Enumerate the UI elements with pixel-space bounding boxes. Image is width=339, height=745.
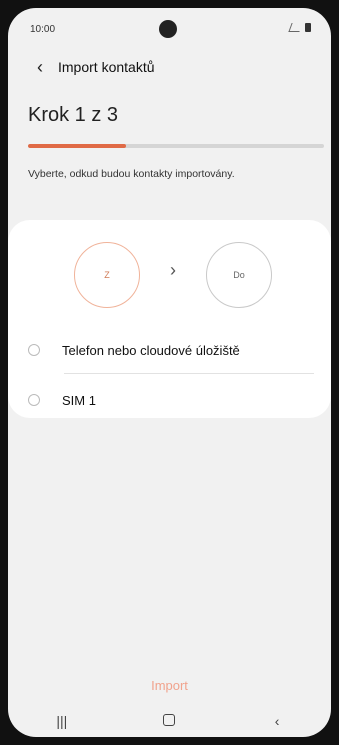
step-indicator: Krok 1 z 3: [28, 104, 119, 126]
status-icons: [288, 23, 311, 32]
from-label: Z: [104, 270, 110, 280]
camera-hole: [159, 20, 177, 38]
recent-apps-icon[interactable]: |||: [42, 713, 82, 729]
radio-button[interactable]: [28, 394, 40, 406]
back-icon[interactable]: ‹: [26, 53, 54, 81]
instruction-text: Vyberte, odkud budou kontakty importován…: [28, 168, 235, 180]
option-phone-cloud[interactable]: Telefon nebo cloudové úložiště: [8, 330, 331, 370]
radio-button[interactable]: [28, 344, 40, 356]
divider: [64, 373, 314, 374]
chevron-right-icon: ›: [170, 260, 176, 280]
to-circle: Do: [206, 242, 272, 308]
from-circle: Z: [74, 242, 140, 308]
status-time: 10:00: [30, 24, 56, 35]
screen: 10:00 ‹ Import kontaktů Krok 1 z 3 Vyber…: [8, 8, 331, 737]
to-label: Do: [233, 270, 245, 280]
battery-icon: [305, 23, 311, 32]
phone-frame: 10:00 ‹ Import kontaktů Krok 1 z 3 Vyber…: [0, 0, 339, 745]
option-label: SIM 1: [62, 392, 96, 408]
system-navigation-bar: ||| ‹: [8, 706, 331, 736]
step-progress-bar: [28, 144, 324, 148]
back-icon[interactable]: ‹: [257, 713, 297, 729]
home-icon[interactable]: [149, 713, 189, 729]
status-bar: 10:00: [8, 8, 331, 48]
import-button[interactable]: Import: [8, 678, 331, 693]
top-app-bar: ‹ Import kontaktů: [8, 52, 331, 82]
page-title: Import kontaktů: [58, 59, 155, 75]
signal-icon: [288, 23, 303, 32]
step-progress-fill: [28, 144, 126, 148]
option-sim-1[interactable]: SIM 1: [8, 380, 331, 420]
import-source-card: Z › Do Telefon nebo cloudové úložiště SI…: [8, 220, 331, 418]
option-label: Telefon nebo cloudové úložiště: [62, 342, 240, 358]
